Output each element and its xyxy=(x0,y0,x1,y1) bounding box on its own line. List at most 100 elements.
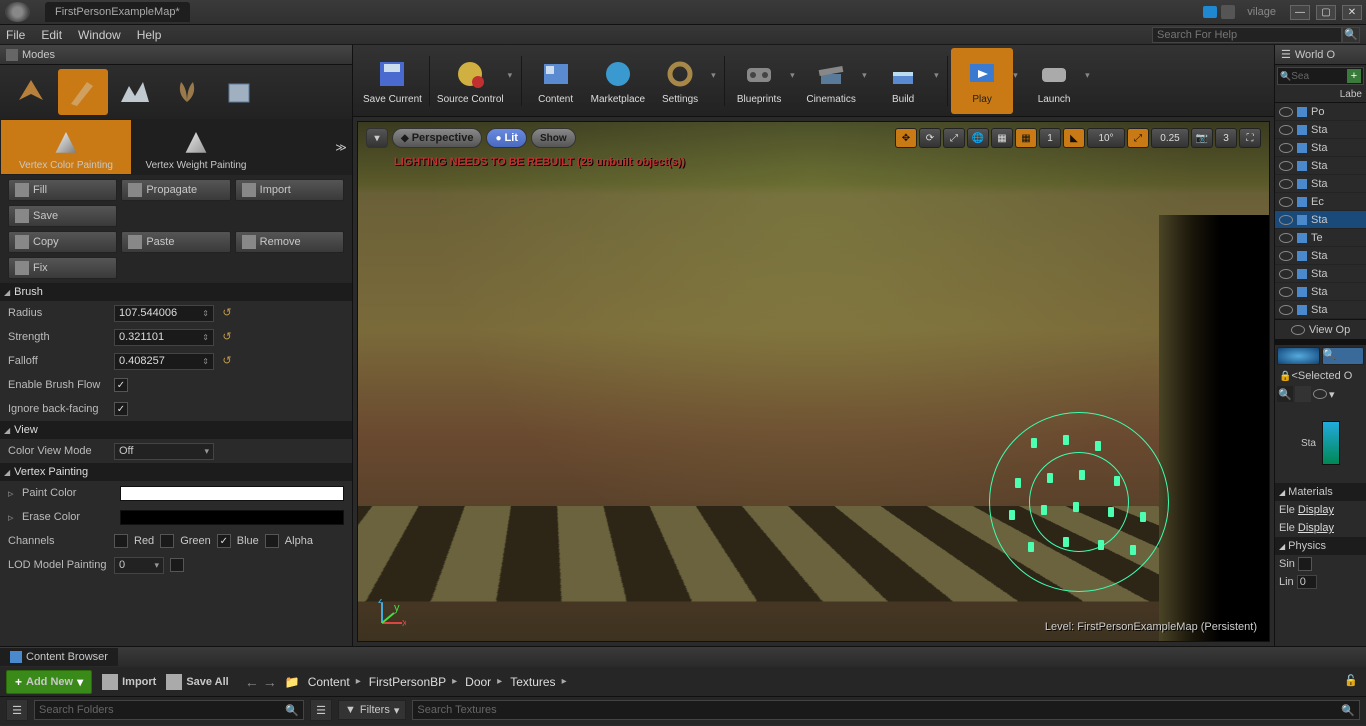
materials-section[interactable]: Materials xyxy=(1275,483,1366,501)
chevron-down-icon[interactable]: ▾ xyxy=(934,70,944,81)
cb-import-button[interactable]: Import xyxy=(102,674,156,690)
eye-icon[interactable] xyxy=(1279,305,1293,315)
surface-snap-icon[interactable]: ▦ xyxy=(991,128,1013,148)
scale-snap-icon[interactable]: ⤢ xyxy=(1127,128,1149,148)
forward-button[interactable]: → xyxy=(263,674,277,690)
transform-rotate-icon[interactable]: ⟳ xyxy=(919,128,941,148)
transform-scale-icon[interactable]: ⤢ xyxy=(943,128,965,148)
marketplace-button[interactable]: Marketplace xyxy=(587,48,649,114)
play-button[interactable]: Play xyxy=(951,48,1013,114)
camera-speed-value[interactable]: 3 xyxy=(1215,128,1237,148)
erasecolor-swatch[interactable] xyxy=(120,510,344,525)
maximize-button[interactable]: ▢ xyxy=(1316,5,1336,20)
eye-icon[interactable] xyxy=(1279,143,1293,153)
mode-landscape[interactable] xyxy=(110,69,160,115)
eye-icon[interactable] xyxy=(1279,161,1293,171)
lod-checkbox[interactable] xyxy=(170,558,184,572)
reset-icon[interactable]: ↺ xyxy=(220,354,234,368)
outliner-column-header[interactable]: Labe xyxy=(1275,87,1366,103)
outliner-row[interactable]: Sta xyxy=(1275,247,1366,265)
eye-icon[interactable] xyxy=(1279,125,1293,135)
content-button[interactable]: Content xyxy=(525,48,587,114)
eye-icon[interactable] xyxy=(1279,287,1293,297)
outliner-row[interactable]: Sta xyxy=(1275,211,1366,229)
grid-snap-icon[interactable]: ▦ xyxy=(1015,128,1037,148)
cinematics-button[interactable]: Cinematics xyxy=(800,48,862,114)
sources-toggle-icon[interactable]: ☰ xyxy=(6,699,28,721)
propagate-button[interactable]: Propagate xyxy=(121,179,230,201)
folder-icon[interactable]: 📁 xyxy=(285,675,300,689)
content-browser-tab[interactable]: Content Browser xyxy=(0,648,118,666)
eye-icon[interactable] xyxy=(1313,389,1327,399)
chevron-down-icon[interactable]: ▾ xyxy=(790,70,800,81)
outliner-row[interactable]: Sta xyxy=(1275,157,1366,175)
crumb-firstpersonbp[interactable]: FirstPersonBP xyxy=(369,675,461,689)
outliner-row[interactable]: Te xyxy=(1275,229,1366,247)
blue-checkbox[interactable] xyxy=(217,534,231,548)
crumb-content[interactable]: Content xyxy=(308,675,365,689)
expand-icon[interactable]: ▹ xyxy=(8,487,16,500)
menu-help[interactable]: Help xyxy=(137,28,162,42)
eye-icon[interactable] xyxy=(1279,197,1293,207)
chevron-down-icon[interactable]: ▾ xyxy=(862,70,872,81)
map-tab[interactable]: FirstPersonExampleMap* xyxy=(45,2,190,22)
settings-button[interactable]: Settings xyxy=(649,48,711,114)
search-assets-input[interactable]: Search Textures🔍 xyxy=(412,700,1360,720)
close-button[interactable]: ✕ xyxy=(1342,5,1362,20)
transform-move-icon[interactable]: ✥ xyxy=(895,128,917,148)
view-section[interactable]: View xyxy=(0,421,352,439)
scale-snap-value[interactable]: 0.25 xyxy=(1151,128,1189,148)
flow-checkbox[interactable] xyxy=(114,378,128,392)
backface-checkbox[interactable] xyxy=(114,402,128,416)
lit-button[interactable]: ● Lit xyxy=(486,128,527,148)
outliner-row[interactable]: Sta xyxy=(1275,121,1366,139)
outliner-row[interactable]: Sta xyxy=(1275,139,1366,157)
mode-place[interactable] xyxy=(6,69,56,115)
world-local-icon[interactable]: 🌐 xyxy=(967,128,989,148)
source-control-button[interactable]: Source Control xyxy=(433,48,508,114)
menu-window[interactable]: Window xyxy=(78,28,121,42)
outliner-row[interactable]: Ec xyxy=(1275,193,1366,211)
colorview-dropdown[interactable]: Off xyxy=(114,443,214,460)
mesh-thumbnail[interactable] xyxy=(1322,421,1340,465)
eye-icon[interactable] xyxy=(1279,179,1293,189)
crumb-textures[interactable]: Textures xyxy=(510,675,570,689)
details-icon[interactable] xyxy=(1277,347,1320,365)
filters-button[interactable]: ▼ Filters ▾ xyxy=(338,700,406,720)
outliner-row[interactable]: Sta xyxy=(1275,283,1366,301)
save-current-button[interactable]: Save Current xyxy=(359,48,426,114)
remove-button[interactable]: Remove xyxy=(235,231,344,253)
view-options-button[interactable]: View Op xyxy=(1275,319,1366,339)
camera-speed-icon[interactable]: 📷 xyxy=(1191,128,1213,148)
falloff-input[interactable]: 0.408257 xyxy=(114,353,214,370)
add-new-button[interactable]: + Add New ▾ xyxy=(6,670,92,694)
paste-button[interactable]: Paste xyxy=(121,231,230,253)
chevron-down-icon[interactable]: ▾ xyxy=(508,70,518,81)
outliner-row[interactable]: Sta xyxy=(1275,265,1366,283)
menu-file[interactable]: File xyxy=(6,28,25,42)
submode-vertex-weight[interactable]: Vertex Weight Painting xyxy=(131,120,261,174)
eye-icon[interactable] xyxy=(1279,215,1293,225)
outliner-row[interactable]: Sta xyxy=(1275,301,1366,319)
alpha-checkbox[interactable] xyxy=(265,534,279,548)
chevron-down-icon[interactable]: ▾ xyxy=(711,70,721,81)
fix-button[interactable]: Fix xyxy=(8,257,117,279)
angle-snap-value[interactable]: 10° xyxy=(1087,128,1125,148)
reset-icon[interactable]: ↺ xyxy=(220,330,234,344)
lin-input[interactable]: 0 xyxy=(1297,575,1317,589)
vertex-painting-section[interactable]: Vertex Painting xyxy=(0,463,352,481)
expand-icon[interactable]: ▹ xyxy=(8,511,16,524)
eye-icon[interactable] xyxy=(1279,107,1293,117)
fill-button[interactable]: Fill xyxy=(8,179,117,201)
blueprints-button[interactable]: Blueprints xyxy=(728,48,790,114)
outliner-search[interactable]: 🔍Sea+ xyxy=(1277,67,1364,85)
back-button[interactable]: ← xyxy=(245,674,259,690)
reset-icon[interactable]: ↺ xyxy=(220,306,234,320)
search-icon[interactable]: 🔍 xyxy=(1342,27,1360,43)
mode-paint[interactable] xyxy=(58,69,108,115)
sin-checkbox[interactable] xyxy=(1298,557,1312,571)
search-folders-input[interactable]: Search Folders🔍 xyxy=(34,700,304,720)
outliner-row[interactable]: Sta xyxy=(1275,175,1366,193)
strength-input[interactable]: 0.321101 xyxy=(114,329,214,346)
chat-icon[interactable] xyxy=(1203,6,1217,18)
